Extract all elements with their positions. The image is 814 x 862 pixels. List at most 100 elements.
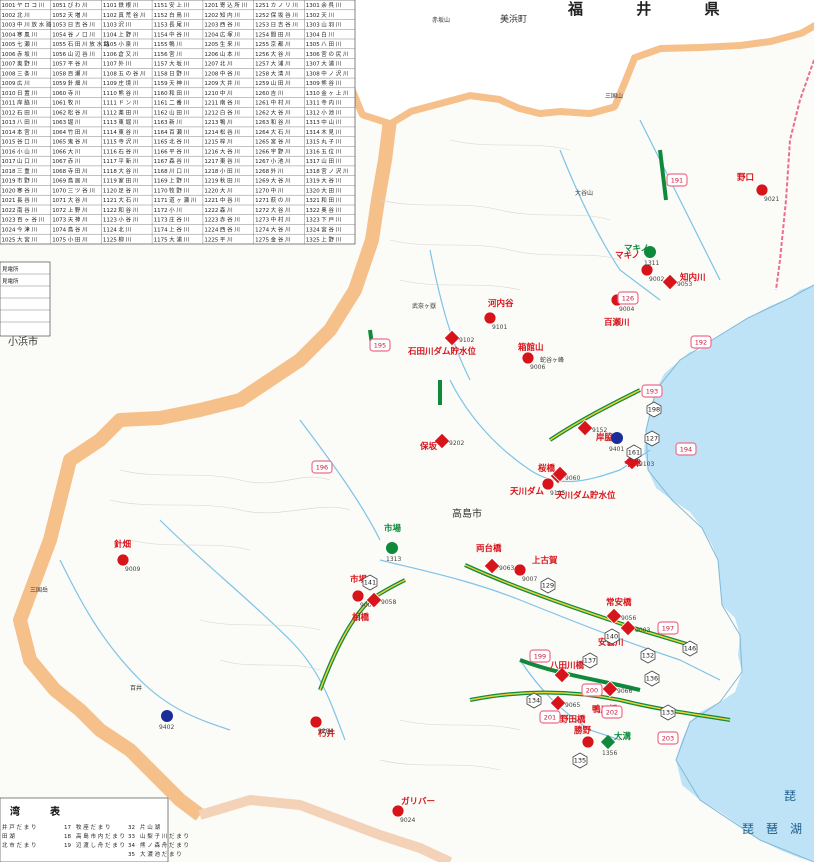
table-cell-code: 1155: [154, 42, 168, 48]
bottom-table-cell: 高 島 市 内 だ ま り: [76, 832, 125, 840]
rain-gauge-station[interactable]: [521, 351, 535, 365]
table-cell-code: 1264: [255, 130, 269, 136]
rain-gauge-station[interactable]: [581, 735, 595, 749]
bottom-table-cell: 田 湖: [2, 832, 15, 840]
table-cell-code: 1121: [103, 198, 117, 204]
blue-station[interactable]: [611, 432, 623, 444]
station-label: 勝野: [574, 725, 592, 736]
table-cell-name: 石 田 川: [17, 109, 37, 116]
table-cell-code: 1014: [2, 130, 16, 136]
station-label: 野田橋: [560, 714, 586, 725]
table-cell-name: 日 吉 谷 川: [68, 21, 95, 29]
station-code: 9065: [565, 702, 580, 709]
table-cell-code: 1216: [204, 149, 218, 155]
table-cell-name: 大 谷 川: [271, 206, 291, 214]
green-station[interactable]: [386, 542, 398, 554]
table-cell-code: 1166: [154, 149, 168, 155]
table-cell-code: 1024: [2, 228, 16, 234]
table-cell-name: 百 瀬 川: [169, 128, 189, 136]
table-cell-code: 1309: [306, 81, 320, 87]
table-cell-name: 五 の 谷 川: [118, 69, 145, 77]
table-cell-name: ド ン 川: [118, 101, 138, 107]
station-label: 天川ダム: [510, 486, 545, 497]
station-code: 9101: [492, 324, 507, 331]
table-cell-code: 1157: [154, 62, 168, 68]
rain-gauge-station[interactable]: [116, 553, 130, 567]
table-cell-name: 上 野 川: [321, 235, 341, 243]
table-cell-name: 寺 内 川: [321, 99, 341, 107]
station-label: 桜橋: [538, 463, 556, 474]
table-cell-name: 西 谷 川: [220, 226, 240, 234]
table-cell-name: 大 谷 川: [271, 177, 291, 185]
table-cell-code: 1102: [103, 13, 117, 19]
table-cell-name: 大 谷 川: [118, 167, 138, 175]
rain-gauge-station[interactable]: [483, 311, 497, 325]
table-cell-name: 大 谷 川: [271, 50, 291, 58]
table-cell-name: 中 ノ 沢 川: [321, 69, 348, 77]
table-cell-code: 1321: [306, 198, 320, 204]
table-cell-code: 1302: [306, 13, 320, 19]
rain-gauge-station[interactable]: [755, 183, 769, 197]
table-cell-code: 1067: [52, 159, 66, 165]
table-cell-code: 1261: [255, 101, 269, 107]
table-cell-name: 山 田 川: [321, 157, 341, 165]
table-cell-code: 1023: [2, 218, 16, 224]
station-label: 石田川ダム貯水位: [407, 346, 477, 357]
table-cell-code: 1304: [306, 32, 320, 38]
table-cell-name: 庄 境 川: [118, 79, 138, 87]
table-cell-name: 白 谷 川: [220, 108, 240, 116]
place-1: 赤坂山: [432, 16, 450, 24]
route-number: 191: [671, 177, 683, 185]
route-number: 129: [542, 582, 554, 590]
station-label: 大溝: [614, 731, 632, 742]
table-cell-name: 中 谷 川: [169, 30, 189, 38]
route-number: 127: [646, 435, 658, 443]
table-cell-code: 1020: [2, 189, 16, 195]
town-label: 美浜町: [500, 13, 527, 25]
table-cell-code: 1263: [255, 120, 269, 126]
table-cell-code: 1017: [2, 159, 16, 165]
bottom-table-cell: 山 梨 子 川 だ ま り: [140, 832, 189, 840]
table-cell-code: 1213: [204, 120, 218, 126]
table-cell-code: 1123: [103, 218, 117, 224]
blue-station[interactable]: [161, 710, 173, 722]
table-cell-name: 生 来 川: [220, 40, 240, 48]
table-cell-name: 山 田 川: [271, 79, 291, 87]
table-cell-name: 白 川: [321, 30, 334, 38]
route-number: 200: [586, 687, 598, 695]
station-code: 9102: [459, 337, 474, 344]
table-cell-code: 1209: [204, 81, 218, 87]
legend-row-1: 見電所: [2, 265, 19, 273]
table-cell-code: 1013: [2, 120, 16, 126]
table-cell-name: 大 川: [220, 187, 233, 195]
rain-gauge-station[interactable]: [513, 563, 527, 577]
rain-gauge-station[interactable]: [309, 715, 323, 729]
table-cell-code: 1222: [204, 208, 218, 214]
table-cell-code: 1311: [306, 101, 320, 107]
bottom-table-cell: 北 市 だ ま り: [2, 841, 37, 849]
table-cell-code: 1212: [204, 110, 218, 116]
station-code: 9024: [400, 817, 415, 824]
bottom-table-cell: 17: [64, 825, 71, 831]
route-number: 193: [646, 388, 658, 396]
table-cell-code: 1314: [306, 130, 320, 136]
table-cell-code: 1113: [103, 120, 117, 126]
table-cell-code: 1202: [204, 13, 218, 19]
rain-gauge-station[interactable]: [351, 589, 365, 603]
table-cell-name: 八 田 川: [321, 41, 341, 48]
table-cell-name: 大 田 川: [321, 187, 341, 195]
table-cell-code: 1257: [255, 62, 269, 68]
table-cell-code: 1111: [103, 101, 117, 107]
table-cell-name: 赤 谷 川: [220, 216, 240, 224]
table-cell-name: 大 浦 川: [321, 60, 341, 68]
station-code: 9053: [677, 281, 692, 288]
table-cell-code: 1205: [204, 42, 218, 48]
table-cell-name: 鳥 谷 川: [68, 226, 88, 234]
table-cell-name: 保 坂 谷 川: [271, 11, 298, 19]
table-cell-code: 1001: [2, 3, 16, 9]
table-cell-code: 1224: [204, 228, 218, 234]
station-code: 9058: [381, 599, 396, 606]
table-cell-name: 大 谷 川: [271, 108, 291, 116]
table-cell-code: 1065: [52, 140, 66, 146]
place-5: 蛇谷ヶ峰: [540, 356, 564, 364]
